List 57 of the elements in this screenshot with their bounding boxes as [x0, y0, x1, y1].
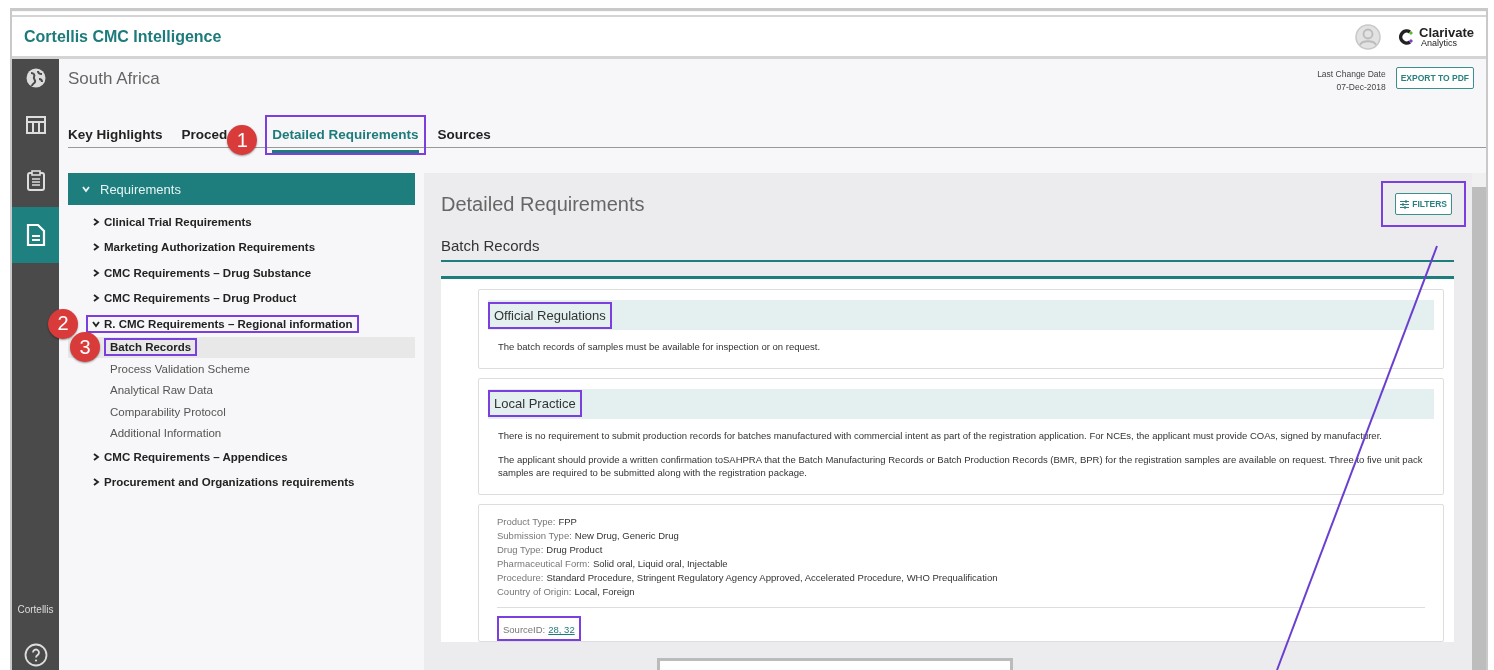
- filters-button[interactable]: FILTERS: [1395, 193, 1452, 215]
- help-icon[interactable]: [23, 643, 48, 667]
- logo-subtitle: Analytics: [1421, 38, 1459, 48]
- last-change-label: Last Change Date: [1317, 69, 1386, 79]
- last-change-date: 07-Dec-2018: [1336, 82, 1386, 92]
- field-value: Drug Product: [546, 544, 603, 556]
- tree-node[interactable]: Marketing Authorization Requirements: [104, 241, 316, 254]
- tree-leaf[interactable]: Comparability Protocol: [110, 405, 226, 418]
- field-label: Procedure:: [497, 572, 544, 584]
- field-value: FPP: [558, 516, 577, 528]
- field-label: Country of Origin:: [497, 586, 572, 598]
- tree-leaf[interactable]: Analytical Raw Data: [110, 384, 213, 397]
- app-title[interactable]: Cortellis CMC Intelligence: [24, 27, 222, 46]
- globe-icon: [24, 67, 47, 89]
- tree-node[interactable]: Clinical Trial Requirements: [104, 215, 252, 228]
- field-value: Standard Procedure, Stringent Regulatory Agency Approved, Accelerated Procedure, WHO Prequalification: [546, 572, 998, 584]
- detail-title: Detailed Requirements: [441, 192, 645, 216]
- tree-node[interactable]: CMC Requirements – Drug Product: [104, 292, 297, 305]
- country-title: South Africa: [68, 69, 160, 89]
- tab[interactable]: Detailed Requirements: [272, 127, 419, 153]
- sliders-icon: [1400, 199, 1410, 209]
- field-value: Local, Foreign: [574, 586, 635, 598]
- clipboard-icon: [24, 168, 47, 191]
- rail-label: Cortellis: [17, 604, 54, 615]
- field-value: Solid oral, Liquid oral, Injectable: [592, 558, 728, 570]
- export-pdf-button[interactable]: EXPORT TO PDF: [1395, 67, 1474, 89]
- card-heading: Local Practice: [488, 390, 582, 418]
- source-label: SourceID:: [503, 624, 546, 636]
- table-icon: [24, 113, 47, 136]
- field-label: Product Type:: [497, 516, 556, 528]
- field-value: New Drug, Generic Drug: [574, 530, 679, 542]
- tree-leaf[interactable]: Additional Information: [110, 427, 222, 440]
- tree-node[interactable]: Procurement and Organizations requirements: [104, 476, 355, 489]
- chevron-icon: [82, 185, 90, 193]
- tree-node[interactable]: CMC Requirements – Drug Substance: [104, 266, 312, 279]
- logo-name: Clarivate: [1419, 25, 1474, 39]
- nav-button[interactable]: [12, 207, 59, 263]
- paragraph: The batch records of samples must be available for inspection or on request.: [498, 340, 822, 354]
- tab[interactable]: Sources: [437, 127, 491, 153]
- card-heading: Official Regulations: [488, 301, 612, 329]
- tree-node[interactable]: R. CMC Requirements – Regional information: [104, 317, 353, 330]
- tree-leaf[interactable]: Process Validation Scheme: [110, 362, 250, 375]
- field-label: Drug Type:: [497, 544, 544, 556]
- tree-leaf[interactable]: Batch Records: [110, 341, 192, 354]
- tab[interactable]: Key Highlights: [68, 127, 163, 153]
- step-badge: 1: [227, 125, 258, 155]
- scrollbar[interactable]: [1472, 173, 1486, 670]
- tab[interactable]: Proced: [181, 127, 228, 153]
- section-title: Batch Records: [441, 229, 1454, 262]
- field-label: Submission Type:: [497, 530, 572, 542]
- document-icon: [24, 223, 47, 247]
- tree-header[interactable]: Requirements: [68, 173, 415, 205]
- logo-icon: [1399, 28, 1414, 45]
- source-link[interactable]: 28, 32: [548, 624, 575, 636]
- step-badge: 3: [70, 332, 100, 363]
- tree-node[interactable]: CMC Requirements – Appendices: [104, 450, 288, 463]
- field-label: Pharmaceutical Form:: [497, 558, 590, 570]
